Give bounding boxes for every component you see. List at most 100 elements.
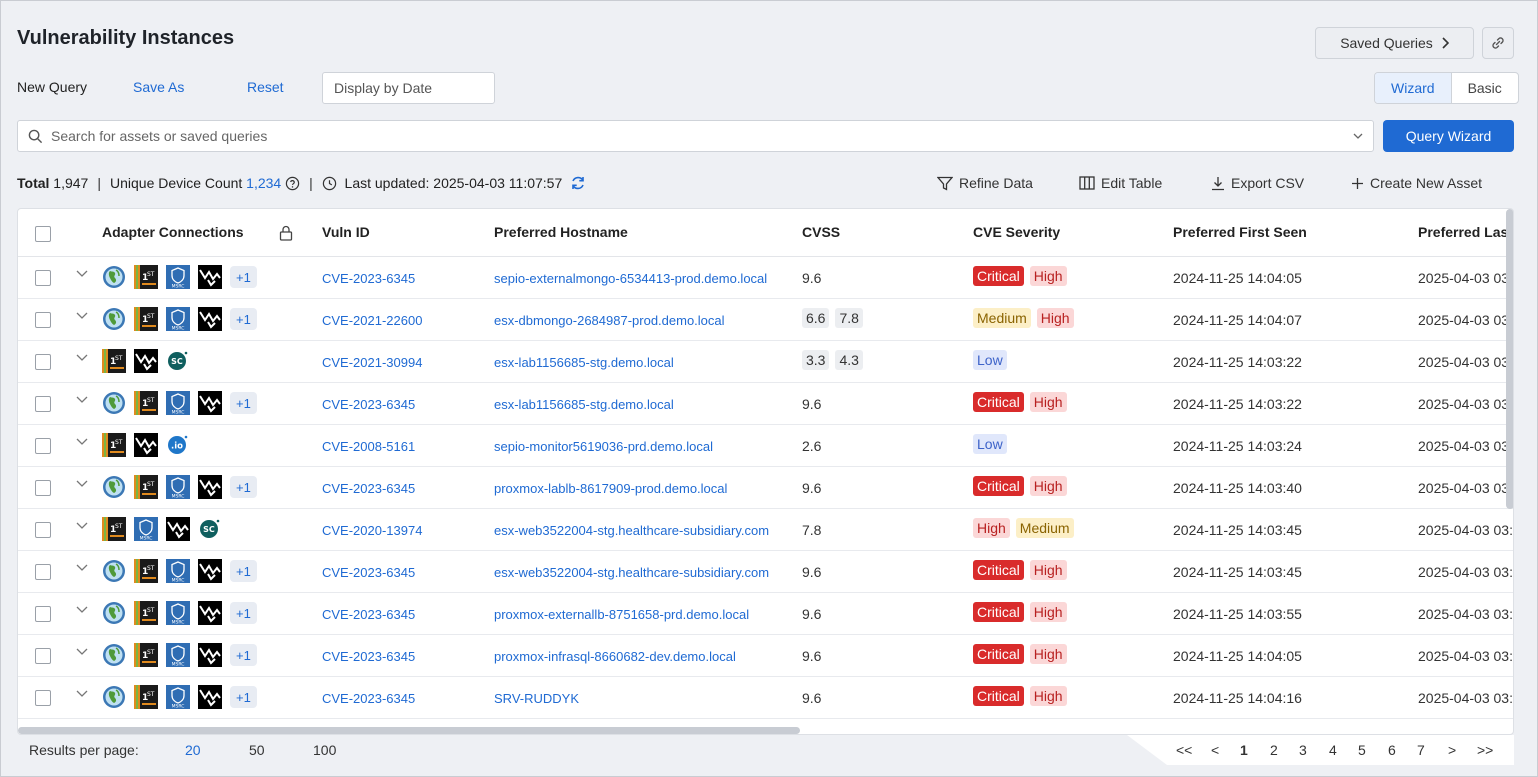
msrc-shield-icon[interactable]: MSRC xyxy=(166,643,190,667)
msrc-shield-icon[interactable]: MSRC xyxy=(166,685,190,709)
hostname-link[interactable]: esx-lab1156685-stg.demo.local xyxy=(494,355,674,370)
help-icon[interactable] xyxy=(285,176,300,191)
page-5[interactable]: 5 xyxy=(1358,742,1366,758)
vertical-scrollbar[interactable] xyxy=(1506,209,1513,509)
wave-adapter-icon[interactable] xyxy=(198,265,222,289)
page-1[interactable]: 1 xyxy=(1240,742,1248,758)
expand-chevron-icon[interactable] xyxy=(76,690,88,698)
vuln-id-link[interactable]: CVE-2023-6345 xyxy=(322,397,415,412)
vuln-id-link[interactable]: CVE-2023-6345 xyxy=(322,565,415,580)
row-checkbox[interactable] xyxy=(35,606,51,622)
table-row[interactable]: 1 ST MSRC +1 CVE-2023-6345 proxmox-lablb-8617… xyxy=(18,467,1513,509)
row-checkbox[interactable] xyxy=(35,648,51,664)
hostname-link[interactable]: esx-lab1156685-stg.demo.local xyxy=(494,397,674,412)
display-by-date-input[interactable]: Display by Date xyxy=(322,72,495,104)
table-row[interactable]: 1 ST MSRC +1 CVE-2021-22600 esx-dbmongo-26849… xyxy=(18,299,1513,341)
table-row[interactable]: 1 ST MSRC +1 CVE-2023-6345 esx-lab1156685-stg… xyxy=(18,383,1513,425)
sc-adapter-icon[interactable]: SC xyxy=(166,349,190,373)
reset-link[interactable]: Reset xyxy=(247,79,284,95)
basic-tab[interactable]: Basic xyxy=(1452,73,1518,103)
first-adapter-icon[interactable]: 1 ST xyxy=(134,391,158,415)
msrc-shield-icon[interactable]: MSRC xyxy=(166,559,190,583)
next-page-button[interactable]: > xyxy=(1448,742,1456,758)
wave-adapter-icon[interactable] xyxy=(134,349,158,373)
per-page-option-50[interactable]: 50 xyxy=(249,742,265,758)
hostname-link[interactable]: proxmox-externallb-8751658-prd.demo.loca… xyxy=(494,607,749,622)
earth-adapter-icon[interactable] xyxy=(102,685,126,709)
unique-device-value[interactable]: 1,234 xyxy=(246,175,281,191)
io-adapter-icon[interactable]: .io xyxy=(166,433,190,457)
table-row[interactable]: 1 ST SC CVE-2021-30994 esx-lab1156685-stg.de… xyxy=(18,341,1513,383)
edit-table-button[interactable]: Edit Table xyxy=(1079,175,1162,191)
wave-adapter-icon[interactable] xyxy=(198,685,222,709)
row-checkbox[interactable] xyxy=(35,690,51,706)
page-6[interactable]: 6 xyxy=(1388,742,1396,758)
first-adapter-icon[interactable]: 1 ST xyxy=(102,349,126,373)
hostname-link[interactable]: sepio-externalmongo-6534413-prod.demo.lo… xyxy=(494,271,767,286)
horizontal-scrollbar[interactable] xyxy=(18,727,800,734)
expand-chevron-icon[interactable] xyxy=(76,648,88,656)
hostname-link[interactable]: esx-web3522004-stg.healthcare-subsidiary… xyxy=(494,523,769,538)
col-cve-severity[interactable]: CVE Severity xyxy=(973,224,1060,240)
wave-adapter-icon[interactable] xyxy=(198,601,222,625)
chevron-down-icon[interactable] xyxy=(1353,133,1363,140)
earth-adapter-icon[interactable] xyxy=(102,475,126,499)
page-4[interactable]: 4 xyxy=(1329,742,1337,758)
earth-adapter-icon[interactable] xyxy=(102,265,126,289)
vuln-id-link[interactable]: CVE-2023-6345 xyxy=(322,649,415,664)
col-cvss[interactable]: CVSS xyxy=(802,224,840,240)
lock-icon[interactable] xyxy=(279,225,293,241)
copy-link-button[interactable] xyxy=(1482,27,1514,59)
first-adapter-icon[interactable]: 1 ST xyxy=(134,685,158,709)
vuln-id-link[interactable]: CVE-2023-6345 xyxy=(322,691,415,706)
first-adapter-icon[interactable]: 1 ST xyxy=(134,265,158,289)
sc-adapter-icon[interactable]: SC xyxy=(198,517,222,541)
wave-adapter-icon[interactable] xyxy=(198,643,222,667)
more-adapters-badge[interactable]: +1 xyxy=(230,392,257,414)
first-adapter-icon[interactable]: 1 ST xyxy=(134,559,158,583)
export-csv-button[interactable]: Export CSV xyxy=(1211,175,1304,191)
more-adapters-badge[interactable]: +1 xyxy=(230,308,257,330)
col-adapter-connections[interactable]: Adapter Connections xyxy=(102,224,244,240)
vuln-id-link[interactable]: CVE-2008-5161 xyxy=(322,439,415,454)
expand-chevron-icon[interactable] xyxy=(76,312,88,320)
hostname-link[interactable]: SRV-RUDDYK xyxy=(494,691,579,706)
row-checkbox[interactable] xyxy=(35,396,51,412)
hostname-link[interactable]: esx-web3522004-stg.healthcare-subsidiary… xyxy=(494,565,769,580)
earth-adapter-icon[interactable] xyxy=(102,559,126,583)
saved-queries-button[interactable]: Saved Queries xyxy=(1315,27,1474,59)
wave-adapter-icon[interactable] xyxy=(166,517,190,541)
expand-chevron-icon[interactable] xyxy=(76,396,88,404)
wave-adapter-icon[interactable] xyxy=(134,433,158,457)
first-adapter-icon[interactable]: 1 ST xyxy=(102,517,126,541)
expand-chevron-icon[interactable] xyxy=(76,522,88,530)
per-page-option-100[interactable]: 100 xyxy=(313,742,336,758)
row-checkbox[interactable] xyxy=(35,438,51,454)
wave-adapter-icon[interactable] xyxy=(198,391,222,415)
create-new-asset-button[interactable]: Create New Asset xyxy=(1351,175,1482,191)
earth-adapter-icon[interactable] xyxy=(102,391,126,415)
table-row[interactable]: 1 ST .io CVE-2008-5161 sepio-monitor5619036-… xyxy=(18,425,1513,467)
save-as-link[interactable]: Save As xyxy=(133,79,184,95)
hostname-link[interactable]: sepio-monitor5619036-prd.demo.local xyxy=(494,439,713,454)
wave-adapter-icon[interactable] xyxy=(198,559,222,583)
query-wizard-button[interactable]: Query Wizard xyxy=(1383,120,1514,152)
search-input[interactable]: Search for assets or saved queries xyxy=(17,120,1374,152)
table-row[interactable]: 1 ST MSRC +1 CVE-2023-6345 SRV-RUDDYK 9.6 Criti… xyxy=(18,677,1513,719)
expand-chevron-icon[interactable] xyxy=(76,564,88,572)
table-row[interactable]: 1 ST MSRC +1 CVE-2023-6345 proxmox-infrasql-8… xyxy=(18,635,1513,677)
row-checkbox[interactable] xyxy=(35,312,51,328)
page-3[interactable]: 3 xyxy=(1299,742,1307,758)
col-vuln-id[interactable]: Vuln ID xyxy=(322,224,370,240)
first-adapter-icon[interactable]: 1 ST xyxy=(134,475,158,499)
row-checkbox[interactable] xyxy=(35,522,51,538)
row-checkbox[interactable] xyxy=(35,480,51,496)
page-2[interactable]: 2 xyxy=(1270,742,1278,758)
refresh-icon[interactable] xyxy=(570,175,586,191)
vuln-id-link[interactable]: CVE-2021-30994 xyxy=(322,355,422,370)
table-row[interactable]: 1 ST MSRC +1 CVE-2023-6345 esx-web3522004-stg… xyxy=(18,551,1513,593)
msrc-shield-icon[interactable]: MSRC xyxy=(166,391,190,415)
col-preferred-last-seen[interactable]: Preferred Last Seen xyxy=(1418,224,1513,240)
row-checkbox[interactable] xyxy=(35,270,51,286)
first-adapter-icon[interactable]: 1 ST xyxy=(134,643,158,667)
